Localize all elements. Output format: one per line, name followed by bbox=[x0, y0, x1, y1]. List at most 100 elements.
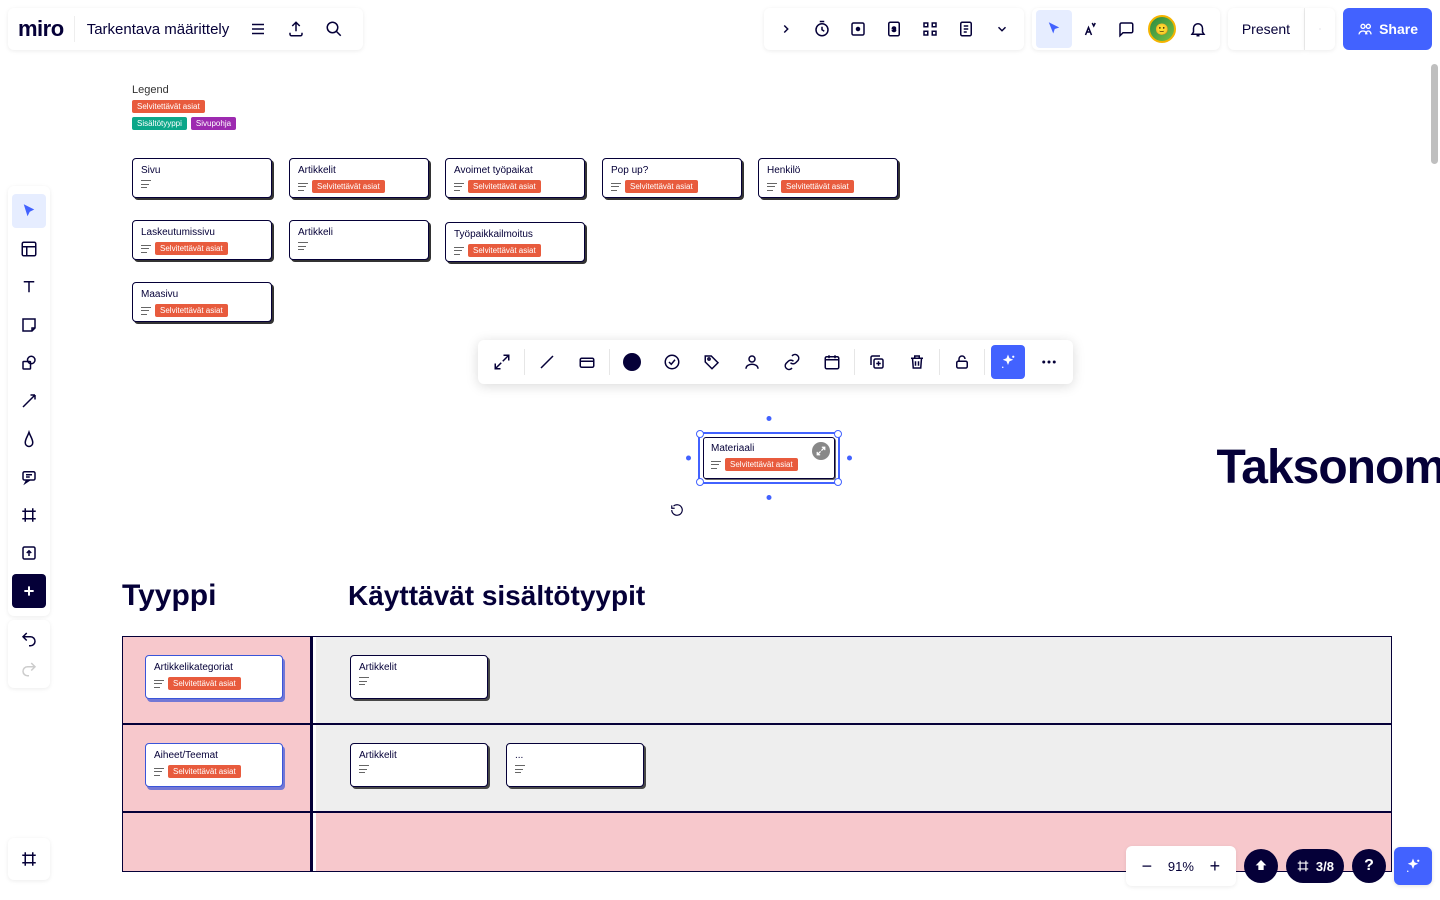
shape-tool[interactable] bbox=[12, 346, 46, 380]
card-artikkelit[interactable]: Artikkelit Selvitettävät asiat bbox=[289, 158, 429, 198]
collapse-icon[interactable] bbox=[768, 10, 804, 48]
recorder-button[interactable] bbox=[840, 10, 876, 48]
card-popup[interactable]: Pop up? Selvitettävät asiat bbox=[602, 158, 742, 198]
canvas[interactable]: Legend Selvitettävät asiat Sisältötyyppi… bbox=[0, 0, 1440, 900]
text-icon bbox=[767, 183, 777, 191]
card-title: Pop up? bbox=[611, 165, 733, 176]
voting-button[interactable]: 3 bbox=[876, 10, 912, 48]
card-materiaali[interactable]: Materiaali Selvitettävät asiat bbox=[703, 437, 835, 479]
color-button[interactable] bbox=[612, 342, 652, 382]
assignee-button[interactable] bbox=[732, 342, 772, 382]
frames-panel-button[interactable] bbox=[8, 838, 50, 880]
style-button[interactable] bbox=[527, 342, 567, 382]
frame-tool[interactable] bbox=[12, 498, 46, 532]
resize-handle[interactable] bbox=[696, 430, 704, 438]
add-more-tool[interactable] bbox=[12, 574, 46, 608]
tag-button[interactable] bbox=[692, 342, 732, 382]
card-artikkeli[interactable]: Artikkeli bbox=[289, 220, 429, 260]
present-dropdown[interactable] bbox=[1305, 8, 1335, 50]
card-avoimet-tyopaikat[interactable]: Avoimet työpaikat Selvitettävät asiat bbox=[445, 158, 585, 198]
help-button[interactable]: ? bbox=[1352, 849, 1386, 883]
card-tag: Selvitettävät asiat bbox=[725, 458, 798, 471]
topbar-right: 3 🙂 Present Share bbox=[764, 8, 1432, 50]
scrollbar-vertical[interactable] bbox=[1431, 64, 1438, 164]
zoom-in-button[interactable]: + bbox=[1200, 846, 1230, 886]
lock-button[interactable] bbox=[942, 342, 982, 382]
expand-icon[interactable] bbox=[812, 442, 830, 460]
attention-button[interactable] bbox=[912, 10, 948, 48]
text-icon bbox=[359, 677, 369, 685]
reactions-button[interactable] bbox=[1072, 10, 1108, 48]
miro-logo[interactable]: miro bbox=[18, 16, 75, 42]
card-maasivu[interactable]: Maasivu Selvitettävät asiat bbox=[132, 282, 272, 322]
present-button[interactable]: Present bbox=[1228, 8, 1305, 50]
text-icon bbox=[154, 768, 164, 776]
resize-handle[interactable] bbox=[834, 478, 842, 486]
color-swatch bbox=[623, 353, 641, 371]
board-title[interactable]: Tarkentava määrittely bbox=[87, 21, 240, 38]
share-button[interactable]: Share bbox=[1343, 8, 1432, 50]
resize-handle[interactable] bbox=[686, 456, 691, 461]
card-tag: Selvitettävät asiat bbox=[168, 677, 241, 690]
date-button[interactable] bbox=[812, 342, 852, 382]
export-button[interactable] bbox=[277, 10, 315, 48]
more-apps-button[interactable] bbox=[984, 10, 1020, 48]
selection-box[interactable]: Materiaali Selvitettävät asiat bbox=[698, 432, 840, 484]
cursor-toggle[interactable] bbox=[1036, 10, 1072, 48]
ai-assist-button[interactable] bbox=[1394, 847, 1432, 885]
upload-tool[interactable] bbox=[12, 536, 46, 570]
table-cell-type bbox=[123, 813, 313, 871]
connection-tool[interactable] bbox=[12, 384, 46, 418]
zoom-percent[interactable]: 91% bbox=[1162, 859, 1200, 874]
text-tool[interactable] bbox=[12, 270, 46, 304]
resize-handle[interactable] bbox=[834, 430, 842, 438]
status-button[interactable] bbox=[652, 342, 692, 382]
select-tool[interactable] bbox=[12, 194, 46, 228]
resize-handle[interactable] bbox=[767, 416, 772, 421]
resize-handle[interactable] bbox=[847, 456, 852, 461]
card-aiheet-teemat[interactable]: Aiheet/Teemat Selvitettävät asiat bbox=[145, 743, 283, 787]
undo-button[interactable] bbox=[12, 624, 46, 654]
duplicate-button[interactable] bbox=[857, 342, 897, 382]
card-ellipsis[interactable]: ... bbox=[506, 743, 644, 787]
bottom-controls: − 91% + 3/8 ? bbox=[1126, 846, 1432, 886]
more-button[interactable] bbox=[1029, 342, 1069, 382]
table-row[interactable]: Artikkelikategoriat Selvitettävät asiat … bbox=[122, 636, 1392, 724]
card-artikkelit[interactable]: Artikkelit bbox=[350, 655, 488, 699]
link-button[interactable] bbox=[772, 342, 812, 382]
pen-tool[interactable] bbox=[12, 422, 46, 456]
main-menu-button[interactable] bbox=[239, 10, 277, 48]
card-artikkelikategoriat[interactable]: Artikkelikategoriat Selvitettävät asiat bbox=[145, 655, 283, 699]
card-title: Artikkelit bbox=[298, 165, 420, 176]
card-sivu[interactable]: Sivu bbox=[132, 158, 272, 198]
card-henkilo[interactable]: Henkilö Selvitettävät asiat bbox=[758, 158, 898, 198]
frame-nav[interactable]: 3/8 bbox=[1286, 849, 1344, 883]
notes-button[interactable] bbox=[948, 10, 984, 48]
card-title: Avoimet työpaikat bbox=[454, 165, 576, 176]
card-type-button[interactable] bbox=[567, 342, 607, 382]
table-row[interactable]: Aiheet/Teemat Selvitettävät asiat Artikk… bbox=[122, 724, 1392, 812]
avatar[interactable]: 🙂 bbox=[1144, 10, 1180, 48]
comment-tool[interactable] bbox=[12, 460, 46, 494]
notifications-button[interactable] bbox=[1180, 10, 1216, 48]
comments-button[interactable] bbox=[1108, 10, 1144, 48]
card-tag: Selvitettävät asiat bbox=[468, 244, 541, 257]
card-laskeutumissivu[interactable]: Laskeutumissivu Selvitettävät asiat bbox=[132, 220, 272, 260]
ai-button[interactable] bbox=[991, 345, 1025, 379]
zoom-out-button[interactable]: − bbox=[1132, 846, 1162, 886]
search-button[interactable] bbox=[315, 10, 353, 48]
templates-tool[interactable] bbox=[12, 232, 46, 266]
delete-button[interactable] bbox=[897, 342, 937, 382]
left-toolbar bbox=[8, 186, 50, 616]
map-button[interactable] bbox=[1244, 849, 1278, 883]
expand-button[interactable] bbox=[482, 342, 522, 382]
resize-handle[interactable] bbox=[767, 495, 772, 500]
card-artikkelit[interactable]: Artikkelit bbox=[350, 743, 488, 787]
legend-tag: Sivupohja bbox=[191, 117, 236, 130]
redo-button[interactable] bbox=[12, 654, 46, 684]
rotate-handle[interactable] bbox=[670, 503, 684, 517]
resize-handle[interactable] bbox=[696, 478, 704, 486]
card-tyopaikkailmoitus[interactable]: Työpaikkailmoitus Selvitettävät asiat bbox=[445, 222, 585, 262]
timer-button[interactable] bbox=[804, 10, 840, 48]
sticky-tool[interactable] bbox=[12, 308, 46, 342]
